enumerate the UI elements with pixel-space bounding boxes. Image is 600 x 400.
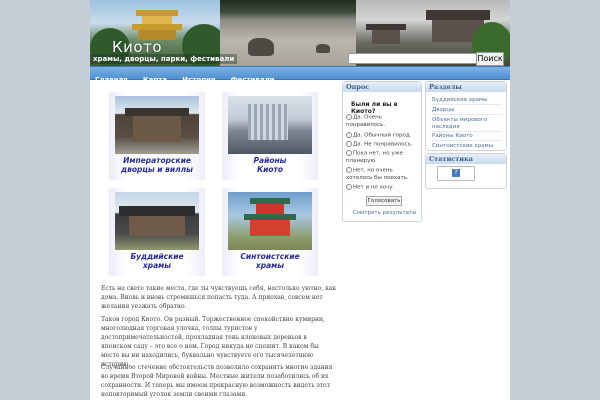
radio-button[interactable] — [346, 114, 352, 120]
nav-item-map[interactable]: Карта — [138, 74, 172, 86]
intro-paragraph-1: Есть на свете такие места, где ты чувств… — [101, 285, 337, 310]
radio-button[interactable] — [346, 167, 352, 173]
intro-paragraph-3: Случайное стечение обстоятельств позволи… — [101, 364, 333, 398]
nav-item-home[interactable]: Главная — [90, 74, 133, 86]
tile-kyoto-districts[interactable]: Районы Киото — [222, 92, 318, 180]
poll-option[interactable]: Да. Обычный город. — [346, 132, 420, 140]
search-button[interactable]: Поиск — [476, 52, 504, 66]
palace-photo — [115, 96, 199, 154]
shinto-shrine-photo — [228, 192, 312, 250]
tile-caption: Императорские дворцы и виллы — [121, 156, 193, 174]
pagoda-floor — [142, 16, 172, 24]
category-link[interactable]: Буддийские храмы — [432, 97, 502, 105]
tile-buddhist-temples[interactable]: Буддийские храмы — [109, 188, 205, 276]
categories-widget: Разделы Буддийские храмы Дворцы Объекты … — [425, 81, 507, 151]
poll-title: Опрос — [343, 82, 421, 92]
radio-button[interactable] — [346, 132, 352, 138]
page: Киото храмы, дворцы, парки, фестивали По… — [90, 0, 510, 400]
main-nav: Главная Карта История Фестивали — [90, 66, 510, 84]
rock-garden-photo — [220, 0, 356, 66]
radio-button[interactable] — [346, 150, 352, 156]
poll-option[interactable]: Да. Не понравилось. — [346, 141, 420, 149]
category-link[interactable]: Дворцы — [432, 107, 502, 115]
station-photo — [228, 96, 312, 154]
intro-paragraph-2: Таков город Киото. Он разный. Торжествен… — [101, 316, 325, 368]
tile-caption: Районы Киото — [253, 156, 287, 174]
tile-caption: Синтоистские храмы — [240, 252, 300, 270]
categories-title: Разделы — [426, 82, 506, 92]
tile-imperial-palaces[interactable]: Императорские дворцы и виллы — [109, 92, 205, 180]
rock-shape — [248, 38, 274, 56]
poll-question: Были ли вы в Киото? — [351, 101, 398, 115]
nav-item-festivals[interactable]: Фестивали — [226, 74, 280, 86]
roof-shape — [426, 10, 490, 20]
visitor-counter[interactable]: ? — [437, 166, 475, 181]
counter-icon: ? — [452, 169, 460, 177]
poll-option[interactable]: Да. Очень понравилось. — [346, 114, 420, 129]
rock-shape — [316, 44, 330, 53]
category-link[interactable]: Объекты мирового наследия — [432, 117, 502, 132]
poll-option[interactable]: Пока нет, но уже планирую. — [346, 150, 420, 165]
vote-button[interactable]: Голосовать — [366, 196, 402, 206]
category-link[interactable]: Синтоистские храмы — [432, 143, 502, 150]
roof-shape — [372, 30, 400, 44]
site-tagline: храмы, дворцы, парки, фестивали — [90, 54, 238, 64]
main-content: Императорские дворцы и виллы Районы Киот… — [95, 88, 338, 400]
buddhist-temple-photo — [115, 192, 199, 250]
stats-title: Статистика — [426, 154, 506, 164]
tile-caption: Буддийские храмы — [130, 252, 184, 270]
poll-option[interactable]: Нет, но очень хотелось бы поехать. — [346, 167, 420, 182]
category-link[interactable]: Районы Киото — [432, 133, 502, 141]
poll-widget: Опрос Были ли вы в Киото? Да. Очень понр… — [342, 81, 422, 222]
poll-results-link[interactable]: Смотреть результаты — [353, 210, 417, 216]
search-input[interactable] — [348, 53, 478, 64]
radio-button[interactable] — [346, 141, 352, 147]
poll-option[interactable]: Нет и не хочу. — [346, 184, 420, 192]
nav-item-history[interactable]: История — [177, 74, 220, 86]
radio-button[interactable] — [346, 184, 352, 190]
tile-shinto-shrines[interactable]: Синтоистские храмы — [222, 188, 318, 276]
header: Киото храмы, дворцы, парки, фестивали По… — [90, 0, 510, 66]
stats-widget: Статистика ? — [425, 153, 507, 189]
